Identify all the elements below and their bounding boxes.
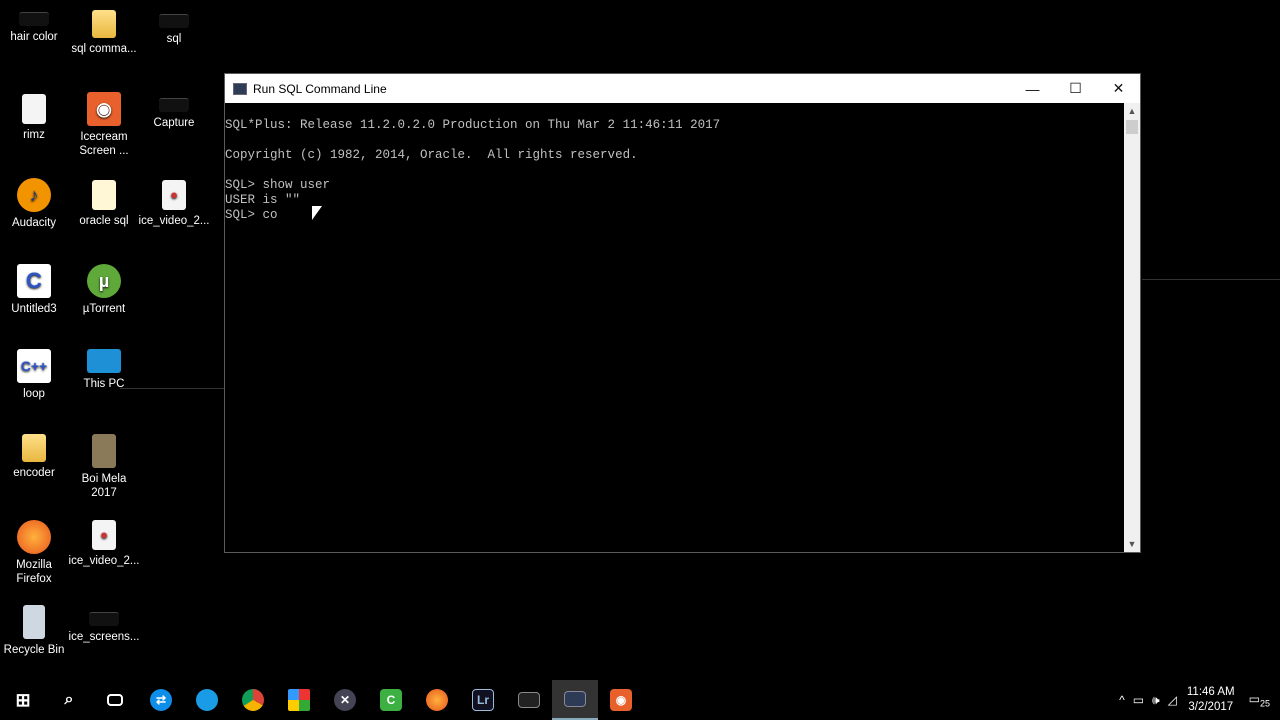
console-line: SQL> co	[225, 208, 278, 222]
teamviewer-button[interactable]: ⇄	[138, 680, 184, 720]
volume-icon[interactable]: 🕪	[1152, 693, 1160, 708]
chrome-icon	[242, 689, 264, 711]
desktop-icon-this-pc[interactable]: This PC	[68, 349, 140, 391]
search-button[interactable]: ⌕	[46, 680, 92, 720]
clock-time: 11:46 AM	[1186, 686, 1235, 698]
recycle-bin-icon	[23, 605, 45, 639]
desktop-icon-hair-color[interactable]: hair color	[0, 12, 70, 44]
desktop-icon-recycle-bin[interactable]: Recycle Bin	[0, 605, 70, 657]
app-grid-button[interactable]	[276, 680, 322, 720]
desktop-icon-boi-mela[interactable]: Boi Mela 2017	[68, 434, 140, 500]
taskbar: ⊞ ⌕ ⇄ ✕ C Lr ◉ ^ ▭ 🕪 ◿ 11:46 AM 3/2/2017…	[0, 680, 1280, 720]
audacity-icon: ♪	[17, 178, 51, 212]
desktop-icon-rimz[interactable]: rimz	[0, 94, 70, 142]
camtasia-icon: C	[380, 689, 402, 711]
folder-icon	[22, 434, 46, 462]
sql-command-window[interactable]: Run SQL Command Line — ☐ ✕ SQL*Plus: Rel…	[224, 73, 1141, 553]
window-title: Run SQL Command Line	[253, 81, 387, 96]
desktop-icon-sql[interactable]: sql	[138, 14, 210, 46]
desktop-icon-audacity[interactable]: ♪ Audacity	[0, 178, 70, 230]
c-file-icon: C	[17, 264, 51, 298]
close-button[interactable]: ✕	[1097, 74, 1140, 103]
mixer-button[interactable]: ✕	[322, 680, 368, 720]
desktop-icon-ice-video-1[interactable]: ● ice_video_2...	[138, 180, 210, 228]
chevron-up-icon[interactable]: ^	[1119, 693, 1125, 707]
scroll-thumb[interactable]	[1126, 120, 1138, 134]
desktop-icon-utorrent[interactable]: µ µTorrent	[68, 264, 140, 316]
teamviewer-icon: ⇄	[150, 689, 172, 711]
desktop-icon-loop[interactable]: C++ loop	[0, 349, 70, 401]
desktop-icon-capture[interactable]: Capture	[138, 98, 210, 130]
lightroom-button[interactable]: Lr	[460, 680, 506, 720]
sql-cmd-button[interactable]	[552, 680, 598, 720]
icecream-button[interactable]: ◉	[598, 680, 644, 720]
system-tray: ^ ▭ 🕪 ◿ 11:46 AM 3/2/2017 ▭25	[1115, 680, 1280, 720]
scroll-down-icon[interactable]: ▼	[1124, 536, 1140, 552]
edge-button[interactable]	[184, 680, 230, 720]
desktop-icon-ice-screens[interactable]: ice_screens...	[68, 612, 140, 644]
firefox-document-icon: ●	[92, 520, 116, 550]
notification-count: 25	[1259, 698, 1270, 709]
window-titlebar[interactable]: Run SQL Command Line — ☐ ✕	[225, 74, 1140, 103]
desktop-icon-mozilla-firefox[interactable]: Mozilla Firefox	[0, 520, 70, 586]
camtasia-button[interactable]: C	[368, 680, 414, 720]
mouse-pointer-icon	[312, 206, 322, 220]
lightroom-icon: Lr	[472, 689, 494, 711]
image-icon	[159, 14, 189, 28]
desktop-icon-sql-comma[interactable]: sql comma...	[68, 10, 140, 56]
mixer-icon: ✕	[334, 689, 356, 711]
image-icon	[89, 612, 119, 626]
console-line: Copyright (c) 1982, 2014, Oracle. All ri…	[225, 148, 638, 162]
console-line: SQL> show user	[225, 178, 331, 192]
maximize-button[interactable]: ☐	[1054, 74, 1097, 103]
edge-icon	[196, 689, 218, 711]
console-line: USER is ""	[225, 193, 301, 207]
chrome-button[interactable]	[230, 680, 276, 720]
firefox-button[interactable]	[414, 680, 460, 720]
image-icon	[19, 12, 49, 26]
notification-icon[interactable]: ▭25	[1249, 692, 1270, 708]
clock-date: 3/2/2017	[1188, 701, 1234, 713]
app-grid-icon	[288, 689, 310, 711]
firefox-icon	[426, 689, 448, 711]
clock[interactable]: 11:46 AM 3/2/2017	[1187, 685, 1235, 715]
wifi-icon[interactable]: ◿	[1168, 693, 1177, 707]
cmd-icon	[518, 692, 540, 708]
search-icon: ⌕	[64, 691, 74, 708]
minimize-button[interactable]: —	[1011, 74, 1054, 103]
document-icon	[22, 94, 46, 124]
cpp-file-icon: C++	[17, 349, 51, 383]
desktop-icon-icecream-screen[interactable]: ◉ Icecream Screen ...	[68, 92, 140, 158]
divider	[120, 388, 224, 389]
sql-app-icon	[233, 82, 247, 95]
utorrent-icon: µ	[87, 264, 121, 298]
folder-icon	[92, 10, 116, 38]
battery-icon[interactable]: ▭	[1133, 693, 1144, 707]
cmd-button[interactable]	[506, 680, 552, 720]
console-output[interactable]: SQL*Plus: Release 11.2.0.2.0 Production …	[225, 103, 1124, 552]
firefox-icon	[17, 520, 51, 554]
image-icon	[159, 98, 189, 112]
divider	[1142, 279, 1280, 280]
console-line: SQL*Plus: Release 11.2.0.2.0 Production …	[225, 118, 721, 132]
desktop-icon-oracle-sql[interactable]: oracle sql	[68, 180, 140, 228]
icecream-icon: ◉	[610, 689, 632, 711]
desktop-icon-untitled3[interactable]: C Untitled3	[0, 264, 70, 316]
icecream-icon: ◉	[87, 92, 121, 126]
firefox-document-icon: ●	[162, 180, 186, 210]
windows-start-icon: ⊞	[15, 689, 31, 710]
computer-icon	[87, 349, 121, 373]
desktop-icon-ice-video-2[interactable]: ● ice_video_2...	[68, 520, 140, 568]
task-view-button[interactable]	[92, 680, 138, 720]
document-icon	[92, 180, 116, 210]
desktop-icon-encoder[interactable]: encoder	[0, 434, 70, 480]
start-button[interactable]: ⊞	[0, 680, 46, 720]
sql-cmd-icon	[564, 691, 586, 707]
scroll-up-icon[interactable]: ▲	[1124, 103, 1140, 119]
task-view-icon	[107, 694, 123, 706]
vertical-scrollbar[interactable]: ▲ ▼	[1124, 103, 1140, 552]
image-icon	[92, 434, 116, 468]
